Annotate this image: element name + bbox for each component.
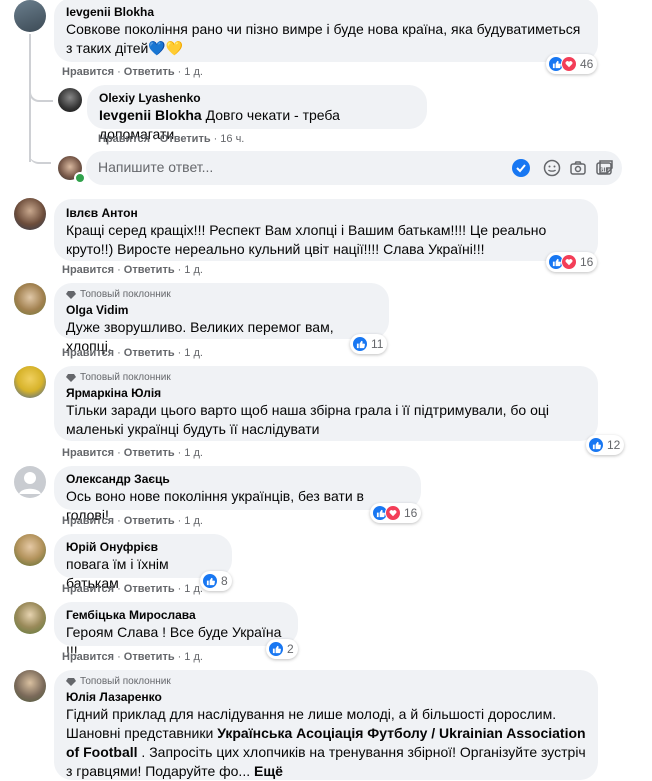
reply-actions: Нравится · Ответить · 16 ч. (98, 133, 245, 145)
like-button[interactable]: Нравится (62, 515, 114, 527)
timestamp[interactable]: 1 д. (184, 347, 203, 359)
top-fan-badge: Топовый поклонник (66, 371, 586, 385)
timestamp[interactable]: 1 д. (184, 583, 203, 595)
send-check-icon[interactable] (511, 158, 531, 178)
comment-bubble: Топовый поклонник Ярмаркіна Юлія Тільки … (54, 366, 598, 441)
thread-branch (29, 148, 51, 164)
avatar[interactable] (14, 283, 46, 315)
like-reaction-icon (588, 437, 604, 453)
like-button[interactable]: Нравится (62, 347, 114, 359)
like-reaction-icon (202, 573, 218, 589)
reply-bubble: Olexiy Lyashenko Ievgenii Blokha Довго ч… (87, 85, 427, 142)
diamond-icon (66, 291, 76, 299)
reply-button[interactable]: Ответить (124, 583, 175, 595)
reply-author[interactable]: Olexiy Lyashenko (99, 90, 415, 106)
love-reaction-icon (561, 254, 577, 270)
comment-author[interactable]: Юлія Лазаренко (66, 689, 586, 705)
comment-author[interactable]: Івлєв Антон (66, 205, 586, 221)
timestamp[interactable]: 1 д. (184, 515, 203, 527)
avatar[interactable] (14, 366, 46, 398)
timestamp[interactable]: 1 д. (184, 651, 203, 663)
like-reaction-icon (268, 641, 284, 657)
comment-actions: Нравится · Ответить · 1 д. (62, 515, 203, 527)
comment-author[interactable]: Ярмаркіна Юлія (66, 385, 586, 401)
reply-button[interactable]: Ответить (124, 66, 175, 78)
timestamp[interactable]: 1 д. (184, 264, 203, 276)
timestamp[interactable]: 16 ч. (220, 133, 244, 145)
reply-input[interactable]: Напишите ответ... GIF (86, 151, 622, 185)
reply-button[interactable]: Ответить (124, 347, 175, 359)
comment-bubble: Ievgenii Blokha Совкове покоління рано ч… (54, 0, 598, 62)
top-fan-badge: Топовый поклонник (66, 675, 586, 689)
comment-bubble: Топовый поклонник Юлія Лазаренко Гідний … (54, 670, 598, 780)
mention-link[interactable]: Ievgenii Blokha (99, 107, 202, 123)
comment-actions: Нравится · Ответить · 1 д. (62, 651, 203, 663)
avatar[interactable] (14, 670, 46, 702)
comment-author[interactable]: Olga Vidim (66, 302, 377, 318)
like-reaction-icon (352, 336, 368, 352)
reactions-count[interactable]: 12 (586, 435, 625, 455)
avatar[interactable] (14, 198, 46, 230)
online-dot (74, 172, 86, 184)
like-button[interactable]: Нравится (98, 133, 150, 145)
comment-bubble: Івлєв Антон Кращі серед кращіх!!! Респек… (54, 199, 598, 261)
like-button[interactable]: Нравится (62, 264, 114, 276)
reply-button[interactable]: Ответить (124, 447, 175, 459)
comment-author[interactable]: Юрій Онуфрієв (66, 539, 220, 555)
sticker-icon[interactable] (596, 157, 616, 177)
like-button[interactable]: Нравится (62, 651, 114, 663)
reply-button[interactable]: Ответить (124, 515, 175, 527)
timestamp[interactable]: 1 д. (184, 447, 203, 459)
comment-bubble: Гембіцька Мирослава Героям Слава ! Все б… (54, 602, 298, 659)
like-button[interactable]: Нравится (62, 447, 114, 459)
avatar[interactable] (14, 0, 46, 32)
thread-branch (29, 82, 53, 102)
comment-bubble: Олександр Заєць Ось воно нове покоління … (54, 466, 421, 523)
comment-actions: Нравится · Ответить · 1 д. (62, 583, 203, 595)
reactions-count[interactable]: 46 (546, 54, 598, 74)
comment-text-body: Шановні представники Українська Асоціаці… (66, 725, 586, 779)
avatar[interactable] (14, 602, 46, 634)
like-button[interactable]: Нравится (62, 583, 114, 595)
diamond-icon (66, 374, 76, 382)
diamond-icon (66, 678, 76, 686)
love-reaction-icon (385, 505, 401, 521)
like-button[interactable]: Нравится (62, 66, 114, 78)
reactions-count[interactable]: 16 (370, 503, 422, 523)
avatar[interactable] (14, 534, 46, 566)
comment-bubble: Топовый поклонник Olga Vidim Дуже зворуш… (54, 283, 389, 354)
reactions-count[interactable]: 8 (200, 571, 232, 591)
love-reaction-icon (561, 56, 577, 72)
comment-author[interactable]: Гембіцька Мирослава (66, 607, 286, 623)
comment-actions: Нравится · Ответить · 1 д. (62, 347, 203, 359)
default-avatar-icon (19, 472, 41, 494)
comment-text: Тільки заради цього варто щоб наша збірн… (66, 402, 550, 437)
comment-actions: Нравится · Ответить · 1 д. (62, 66, 203, 78)
reply-button[interactable]: Ответить (124, 651, 175, 663)
comment-text-line1: Гідний приклад для наслідування не лише … (66, 706, 557, 722)
comment-author[interactable]: Ievgenii Blokha (66, 4, 586, 20)
reactions-count[interactable]: 16 (546, 252, 598, 272)
comment-text: Кращі серед кращіх!!! Респект Вам хлопці… (66, 222, 547, 257)
reactions-count[interactable]: 11 (350, 334, 388, 354)
comment-actions: Нравится · Ответить · 1 д. (62, 264, 203, 276)
see-more-link[interactable]: Ещё (254, 763, 283, 779)
reply-button[interactable]: Ответить (160, 133, 211, 145)
avatar[interactable] (14, 466, 46, 498)
top-fan-badge: Топовый поклонник (66, 288, 377, 302)
camera-icon[interactable] (568, 158, 588, 178)
comment-text: Совкове покоління рано чи пізно вимре і … (66, 21, 581, 56)
avatar[interactable] (58, 88, 82, 112)
reply-placeholder: Напишите ответ... (98, 159, 214, 175)
timestamp[interactable]: 1 д. (184, 66, 203, 78)
emoji-icon[interactable] (542, 158, 562, 178)
reply-button[interactable]: Ответить (124, 264, 175, 276)
comment-author[interactable]: Олександр Заєць (66, 471, 409, 487)
comment-actions: Нравится · Ответить · 1 д. (62, 447, 203, 459)
reactions-count[interactable]: 2 (266, 639, 298, 659)
